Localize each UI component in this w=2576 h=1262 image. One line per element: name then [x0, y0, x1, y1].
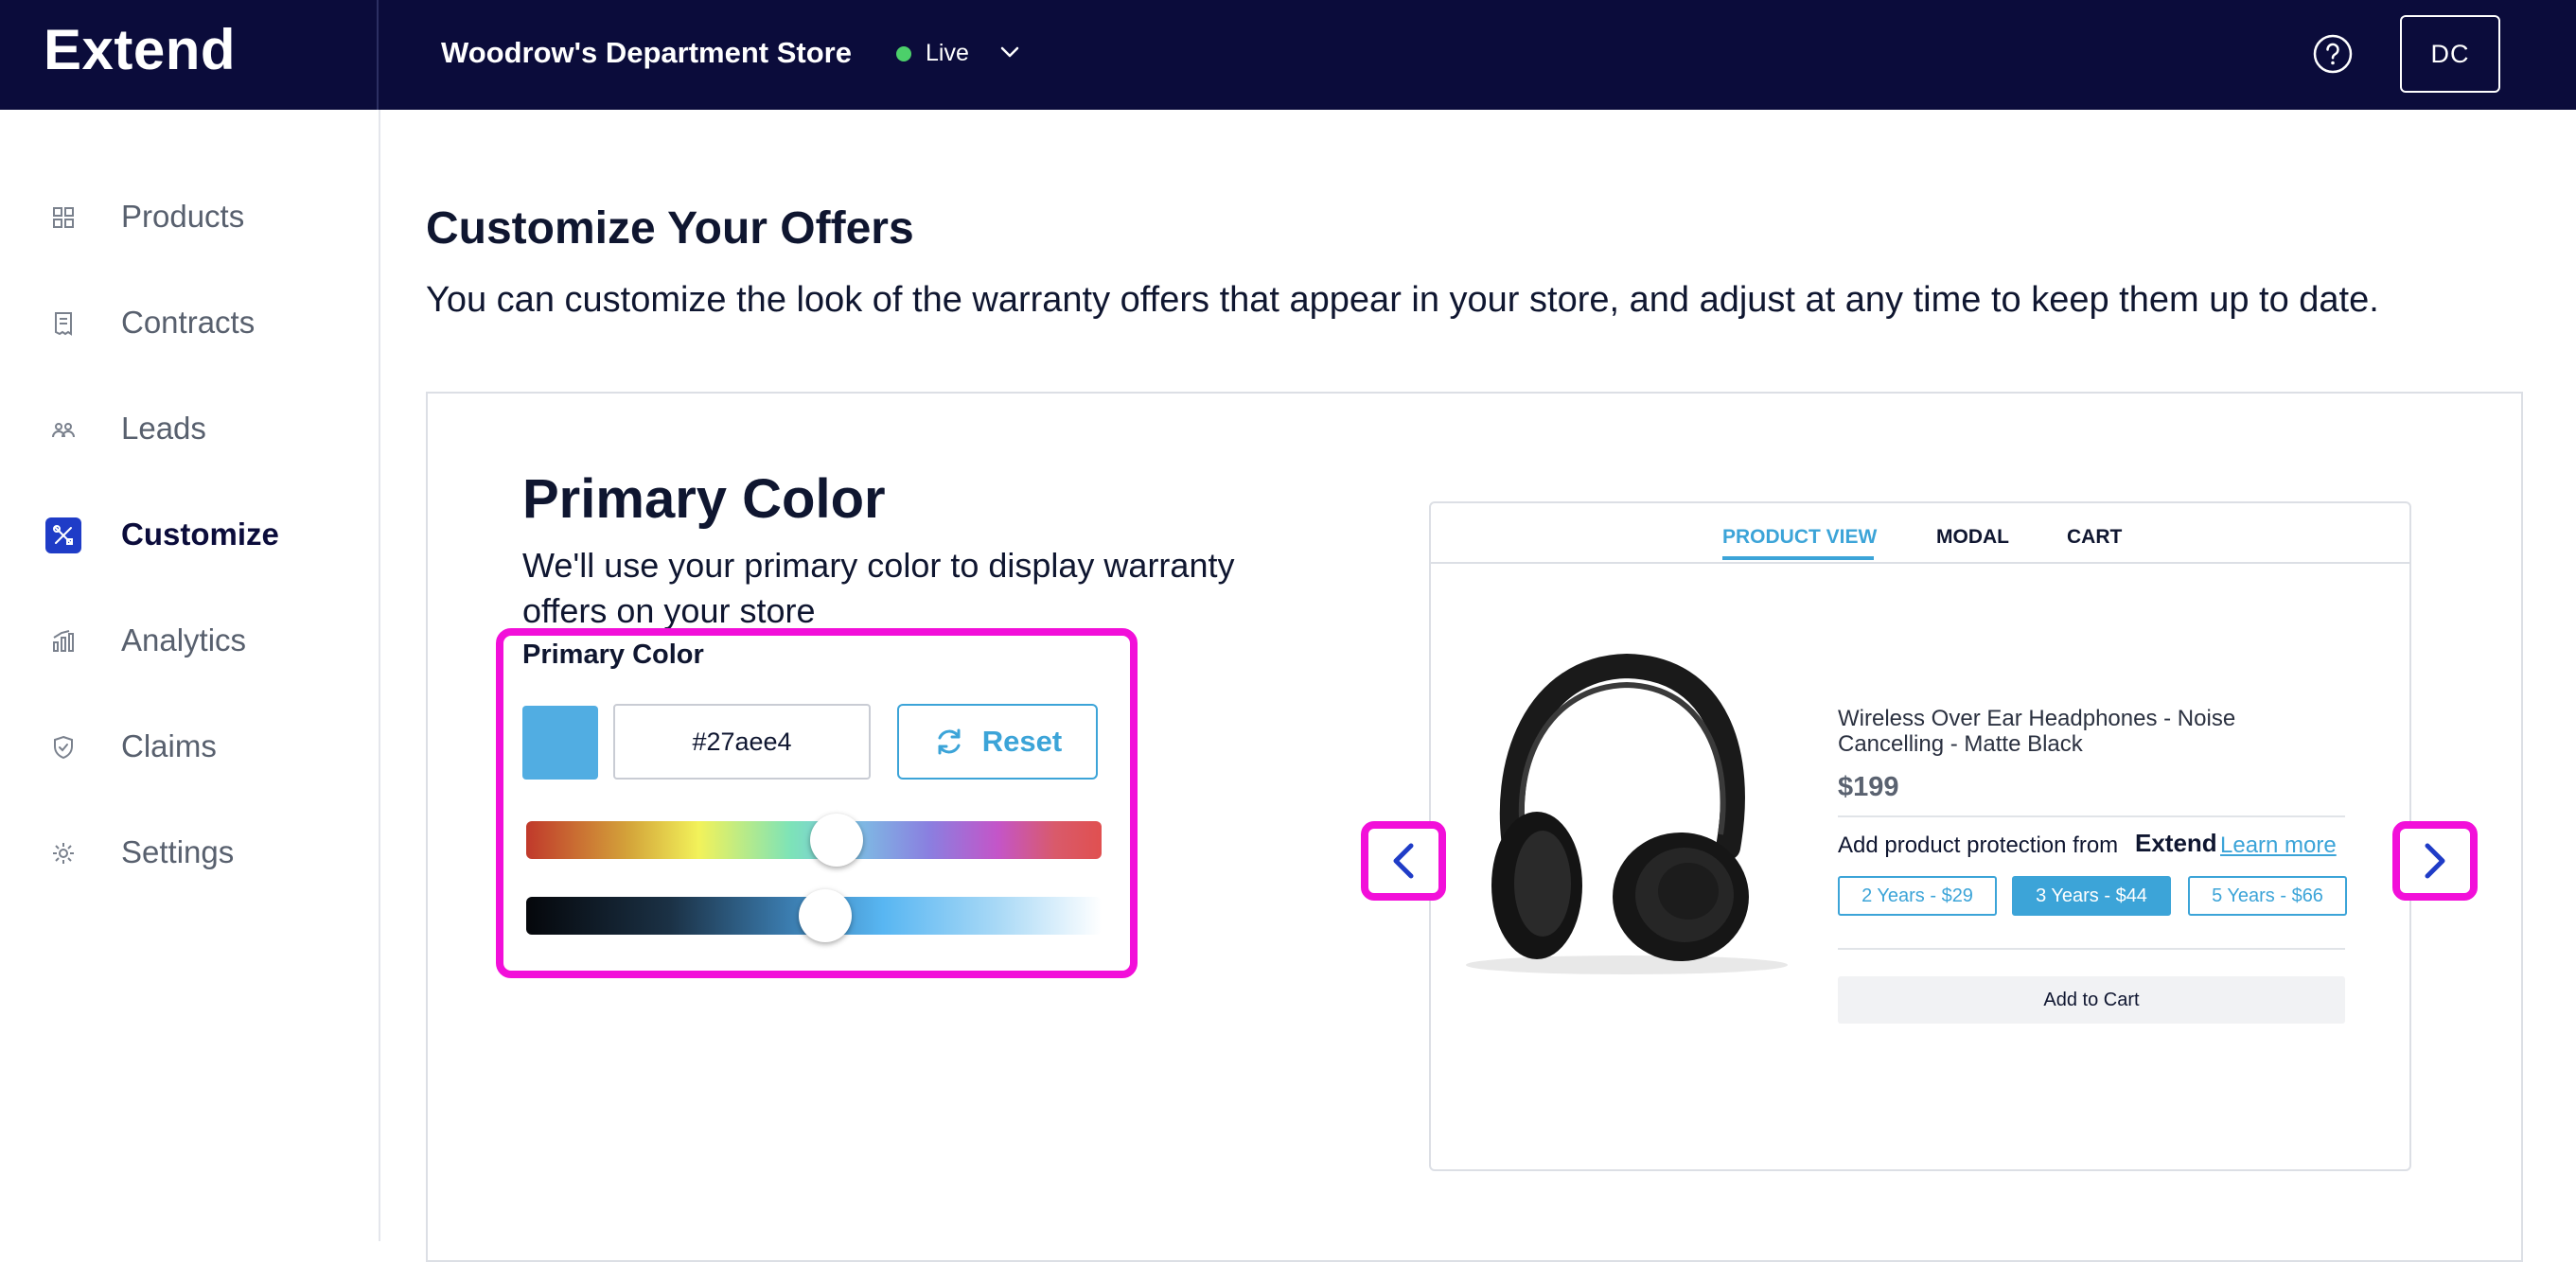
- page-subtitle: You can customize the look of the warran…: [426, 280, 2379, 320]
- live-status-dot: [896, 46, 911, 61]
- sidebar-item-claims[interactable]: Claims: [0, 710, 379, 785]
- sidebar-item-label: Contracts: [121, 305, 256, 340]
- sidebar-item-label: Settings: [121, 834, 235, 869]
- reset-label: Reset: [981, 725, 1063, 758]
- sidebar-item-customize[interactable]: Customize: [0, 498, 379, 573]
- sidebar-item-label: Claims: [121, 728, 217, 763]
- gear-icon: [45, 835, 81, 871]
- help-icon[interactable]: [2313, 34, 2353, 74]
- hue-slider[interactable]: [526, 814, 1102, 867]
- plan-option-5-years[interactable]: 5 Years - $66: [2188, 876, 2347, 916]
- protection-text: Add product protection from: [1838, 833, 2119, 858]
- page-title: Customize Your Offers: [426, 203, 914, 254]
- sidebar: Products Contracts Leads Customize Analy…: [0, 110, 380, 1241]
- chevron-left-icon: [1393, 843, 1414, 879]
- receipt-icon: [45, 306, 81, 342]
- product-name: Wireless Over Ear Headphones - Noise Can…: [1838, 706, 2236, 757]
- store-name[interactable]: Woodrow's Department Store: [441, 36, 852, 70]
- tab-cart[interactable]: CART: [2067, 526, 2122, 549]
- reset-button[interactable]: Reset: [897, 704, 1098, 780]
- sidebar-item-analytics[interactable]: Analytics: [0, 604, 379, 679]
- bar-chart-icon: [45, 623, 81, 659]
- chevron-down-icon[interactable]: [996, 38, 1024, 66]
- lightness-slider-thumb[interactable]: [799, 889, 853, 942]
- add-to-cart-button[interactable]: Add to Cart: [1838, 976, 2345, 1024]
- sidebar-item-label: Products: [121, 199, 245, 234]
- customize-tools-icon: [45, 517, 81, 553]
- people-icon: [45, 412, 81, 447]
- learn-more-link[interactable]: Learn more: [2220, 833, 2337, 859]
- product-image: [1466, 653, 1788, 974]
- section-description: We'll use your primary color to display …: [522, 546, 1235, 630]
- sidebar-item-contracts[interactable]: Contracts: [0, 286, 379, 361]
- preview-tabs: PRODUCT VIEW MODAL CART: [1431, 503, 2409, 564]
- lightness-slider[interactable]: [526, 889, 1102, 942]
- sidebar-item-leads[interactable]: Leads: [0, 392, 379, 467]
- chevron-right-icon: [2425, 843, 2445, 879]
- section-title: Primary Color: [522, 468, 886, 530]
- tab-product-view[interactable]: PRODUCT VIEW: [1722, 526, 1877, 549]
- product-price: $199: [1838, 772, 1899, 802]
- hue-slider-thumb[interactable]: [810, 814, 864, 867]
- plan-option-3-years[interactable]: 3 Years - $44: [2012, 876, 2171, 916]
- extend-logo[interactable]: Extend: [44, 17, 236, 82]
- divider: [1838, 948, 2345, 950]
- brand-area: Extend: [0, 0, 379, 110]
- next-preview-button[interactable]: [2392, 821, 2478, 901]
- sidebar-item-products[interactable]: Products: [0, 180, 379, 255]
- previous-preview-button[interactable]: [1361, 821, 1446, 901]
- extend-brand-mark: Extend: [2135, 829, 2217, 857]
- sidebar-item-label: Customize: [121, 517, 279, 552]
- hex-color-input[interactable]: [613, 704, 871, 780]
- sidebar-item-label: Analytics: [121, 622, 247, 657]
- live-status-label: Live: [926, 40, 969, 66]
- plan-option-2-years[interactable]: 2 Years - $29: [1838, 876, 1997, 916]
- shield-icon: [45, 729, 81, 765]
- top-bar: Extend Woodrow's Department Store Live D…: [0, 0, 2576, 110]
- sidebar-item-label: Leads: [121, 411, 206, 446]
- sidebar-item-settings[interactable]: Settings: [0, 815, 379, 891]
- primary-color-label: Primary Color: [522, 640, 704, 670]
- color-swatch[interactable]: [522, 706, 598, 780]
- refresh-icon: [938, 728, 961, 755]
- divider: [1838, 815, 2345, 817]
- user-avatar-button[interactable]: DC: [2400, 15, 2500, 93]
- grid-icon: [45, 200, 81, 236]
- active-tab-indicator: [1722, 556, 1874, 560]
- tab-modal[interactable]: MODAL: [1936, 526, 2009, 549]
